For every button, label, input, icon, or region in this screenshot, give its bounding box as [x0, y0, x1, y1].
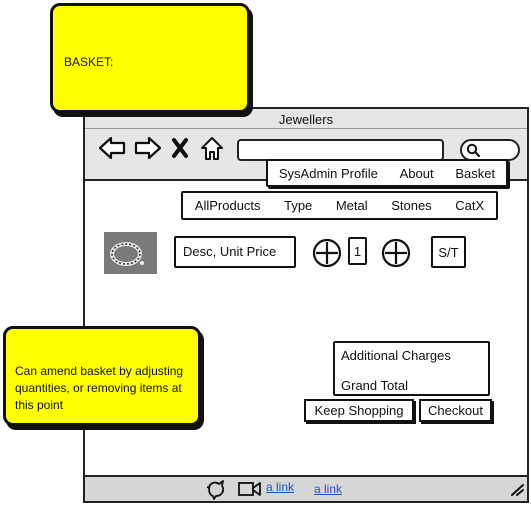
item-description: Desc, Unit Price: [174, 236, 296, 268]
quantity-field[interactable]: 1: [348, 237, 367, 265]
footer-link-1[interactable]: a link: [266, 480, 294, 494]
category-menu: AllProducts Type Metal Stones CatX: [181, 191, 498, 220]
basket-heading-text: BASKET:: [64, 55, 114, 69]
footer-link-2[interactable]: a link: [314, 482, 342, 496]
additional-charges-label: Additional Charges: [341, 348, 451, 363]
keep-shopping-button[interactable]: Keep Shopping: [304, 399, 414, 422]
menu-item-basket[interactable]: Basket: [455, 166, 495, 181]
url-bar[interactable]: [237, 139, 444, 161]
category-item-stones[interactable]: Stones: [391, 198, 431, 213]
menu-item-about[interactable]: About: [400, 166, 434, 181]
category-item-catx[interactable]: CatX: [455, 198, 484, 213]
menu-item-sysadmin-profile[interactable]: SysAdmin Profile: [279, 166, 378, 181]
forward-icon[interactable]: [133, 134, 163, 162]
window-title: Jewellers: [278, 112, 334, 127]
grand-total-label: Grand Total: [341, 378, 408, 393]
stop-icon[interactable]: [169, 134, 191, 162]
totals-panel: Additional Charges Grand Total: [333, 341, 490, 396]
category-item-type[interactable]: Type: [284, 198, 312, 213]
resize-grip-icon[interactable]: [509, 482, 525, 501]
amend-basket-text: Can amend basket by adjusting quantities…: [15, 364, 184, 412]
product-image: [104, 232, 157, 274]
video-icon: [237, 480, 263, 503]
category-item-allproducts[interactable]: AllProducts: [195, 198, 261, 213]
browser-footer: a link a link: [85, 475, 527, 501]
increase-quantity-icon[interactable]: [381, 238, 411, 273]
basket-heading-note: BASKET:: [50, 3, 250, 113]
decrease-quantity-icon[interactable]: [312, 238, 342, 273]
bird-icon: [205, 477, 231, 506]
search-box[interactable]: [460, 139, 520, 161]
top-menu: SysAdmin Profile About Basket: [266, 159, 508, 187]
item-subtotal: S/T: [431, 236, 466, 268]
home-icon[interactable]: [197, 134, 227, 162]
checkout-button[interactable]: Checkout: [419, 399, 492, 422]
category-item-metal[interactable]: Metal: [336, 198, 368, 213]
amend-basket-note: Can amend basket by adjusting quantities…: [3, 326, 201, 426]
back-icon[interactable]: [97, 134, 127, 162]
